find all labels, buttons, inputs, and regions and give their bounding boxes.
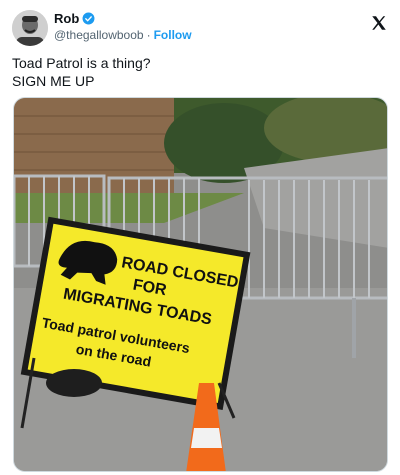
tweet-line-1: Toad Patrol is a thing? xyxy=(12,55,151,71)
tweet-header: Rob @thegallowboob · Follow xyxy=(12,10,388,46)
tweet-text: Toad Patrol is a thing? SIGN ME UP xyxy=(12,54,151,90)
tweet-line-2: SIGN ME UP xyxy=(12,73,95,89)
display-name[interactable]: Rob xyxy=(54,11,79,26)
name-row: Rob xyxy=(54,11,95,26)
tweet-photo[interactable]: ROAD CLOSED FOR MIGRATING TOADS Toad pat… xyxy=(13,97,388,472)
x-logo-icon[interactable] xyxy=(370,14,388,32)
handle[interactable]: @thegallowboob xyxy=(54,28,144,42)
separator: · xyxy=(146,28,151,42)
follow-button[interactable]: Follow xyxy=(154,28,192,42)
avatar[interactable] xyxy=(12,10,48,46)
verified-badge-icon xyxy=(82,12,95,25)
handle-row: @thegallowboob · Follow xyxy=(54,28,192,42)
